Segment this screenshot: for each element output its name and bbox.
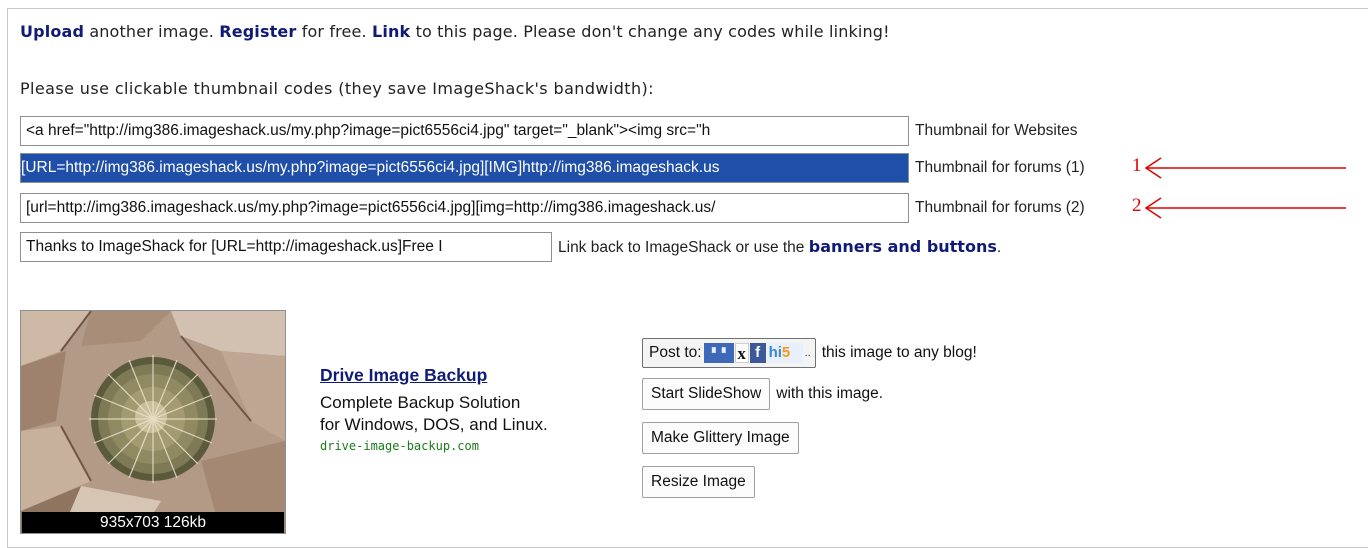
code-label-forums-2: Thumbnail for forums (2): [915, 199, 1085, 216]
top-links-line: Upload another image. Register for free.…: [20, 22, 890, 41]
code-row-websites: <a href="http://img386.imageshack.us/my.…: [20, 116, 1078, 146]
code-field-forums-2[interactable]: [url=http://img386.imageshack.us/my.php?…: [20, 193, 909, 223]
resize-row: Resize Image: [642, 466, 755, 498]
make-glittery-image-button[interactable]: Make Glittery Image: [642, 422, 799, 454]
image-thumbnail[interactable]: 935x703 126kb: [20, 310, 286, 534]
start-slideshow-button[interactable]: Start SlideShow: [642, 378, 771, 410]
thumbnail-codes-note: Please use clickable thumbnail codes (th…: [20, 79, 654, 98]
x-logo-icon: x: [734, 343, 749, 363]
sponsored-ad: Drive Image Backup Complete Backup Solut…: [320, 365, 640, 453]
cactus-photo-icon: [21, 311, 285, 533]
banners-and-buttons-link[interactable]: banners and buttons: [809, 237, 997, 256]
register-rest-text: for free.: [296, 22, 373, 41]
post-to-blog-button[interactable]: Post to: ▘▝ x f hi5 ..: [642, 338, 816, 368]
slideshow-text: with this image.: [776, 385, 884, 402]
ad-title-link[interactable]: Drive Image Backup: [320, 365, 487, 386]
ad-url[interactable]: drive-image-backup.com: [320, 439, 640, 453]
more-logos-indicator: ..: [804, 347, 811, 359]
annotation-arrow-2-icon: [1144, 197, 1346, 219]
register-link[interactable]: Register: [219, 22, 296, 41]
code-field-forums-1[interactable]: [URL=http://img386.imageshack.us/my.php?…: [20, 153, 909, 183]
linkback-label-text: Link back to ImageShack or use the: [558, 239, 809, 256]
ad-line-1: Complete Backup Solution: [320, 393, 521, 412]
code-row-forums-1: [URL=http://img386.imageshack.us/my.php?…: [20, 153, 1085, 183]
upload-rest-text: another image.: [84, 22, 220, 41]
hi5-logo-icon: hi5: [766, 343, 803, 363]
code-label-forums-1: Thumbnail for forums (1): [915, 159, 1085, 176]
annotation-arrow-1-icon: [1144, 157, 1346, 179]
code-label-websites: Thumbnail for Websites: [915, 122, 1078, 139]
ad-line-2: for Windows, DOS, and Linux.: [320, 415, 548, 434]
code-field-websites[interactable]: <a href="http://img386.imageshack.us/my.…: [20, 116, 909, 146]
thumbnail-caption: 935x703 126kb: [22, 512, 284, 533]
linkback-label: Link back to ImageShack or use the banne…: [558, 237, 1001, 257]
blog-logos: ▘▝ x f hi5 ..: [703, 343, 811, 363]
post-to-label: Post to:: [649, 344, 702, 361]
code-field-linkback[interactable]: Thanks to ImageShack for [URL=http://ima…: [20, 232, 552, 262]
blog-tile-icon: ▘▝: [703, 343, 734, 363]
resize-image-button[interactable]: Resize Image: [642, 466, 755, 498]
slideshow-row: Start SlideShow with this image.: [642, 378, 883, 410]
code-row-forums-2: [url=http://img386.imageshack.us/my.php?…: [20, 193, 1085, 223]
upload-link[interactable]: Upload: [20, 22, 84, 41]
facebook-logo-icon: f: [749, 343, 766, 363]
link-rest-text: to this page. Please don't change any co…: [410, 22, 890, 41]
post-to-row: Post to: ▘▝ x f hi5 .. this image to any…: [642, 338, 977, 368]
link-link[interactable]: Link: [372, 22, 410, 41]
post-to-text: this image to any blog!: [821, 344, 977, 361]
glitter-row: Make Glittery Image: [642, 422, 799, 454]
code-row-linkback: Thanks to ImageShack for [URL=http://ima…: [20, 232, 1001, 262]
linkback-suffix: .: [996, 239, 1002, 256]
